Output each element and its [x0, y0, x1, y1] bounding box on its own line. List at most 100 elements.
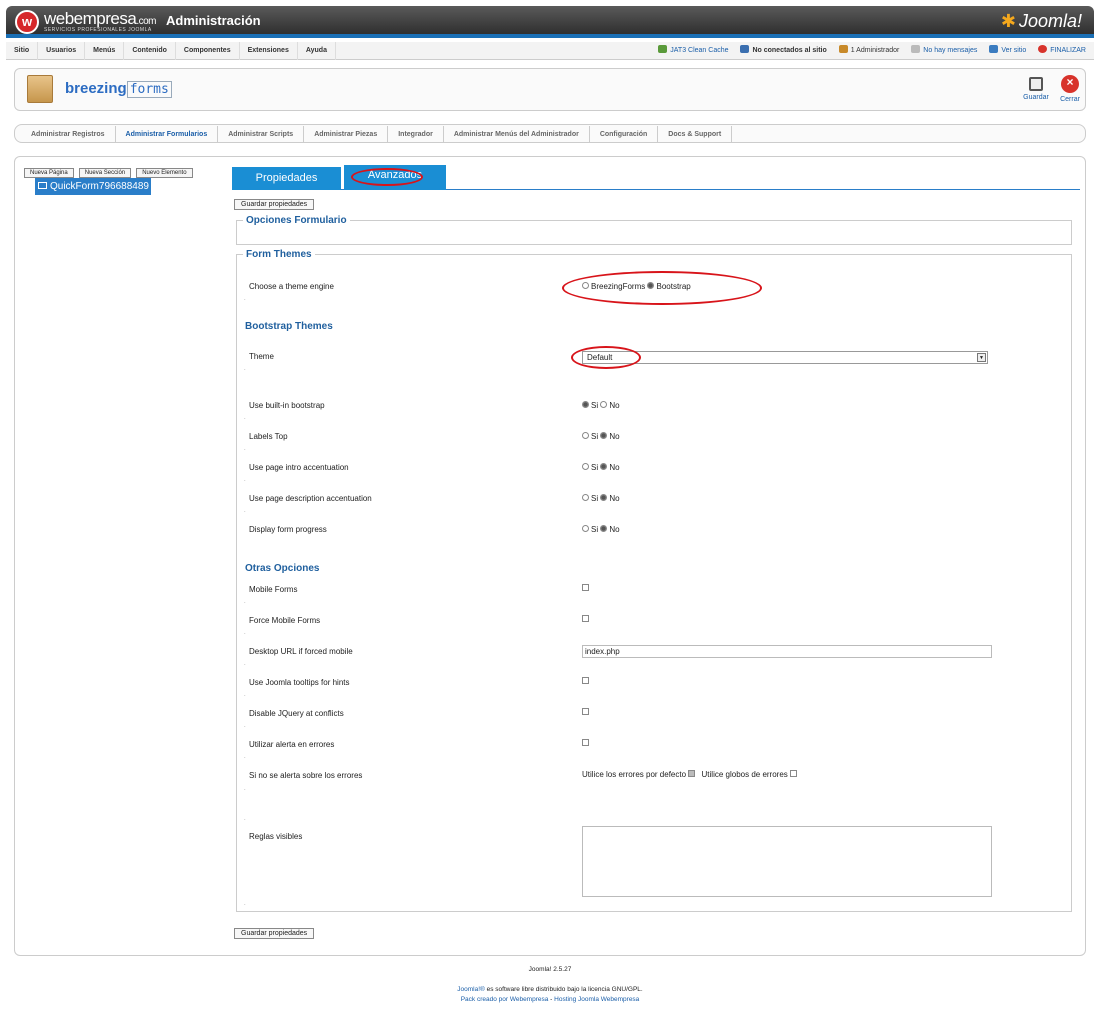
theme-select[interactable]: Default ▼ [582, 351, 988, 364]
jquery-control [582, 708, 589, 717]
component-submenu: Administrar Registros Administrar Formul… [14, 124, 1086, 143]
subnav-docs-support[interactable]: Docs & Support [658, 126, 733, 143]
main-content: Nueva Página Nueva Sección Nuevo Element… [14, 156, 1086, 956]
no-alert-label: Si no se alerta sobre los errores [249, 771, 363, 780]
tab-avanzados[interactable]: Avanzados [344, 165, 446, 190]
admin-header: w webempresa.com SERVICIOS PROFESIONALES… [6, 6, 1094, 38]
builtin-no-radio[interactable] [600, 401, 608, 408]
intro-accent-control: Si No [582, 463, 620, 472]
labels-top-yes-radio[interactable] [582, 432, 589, 439]
progress-yes-radio[interactable] [582, 525, 589, 532]
hosting-link[interactable]: Hosting Joomla Webempresa [554, 996, 639, 1003]
admins-status: 1 Administrador [838, 45, 899, 54]
subnav-administrar-formularios[interactable]: Administrar Formularios [116, 126, 219, 143]
menu-item-componentes[interactable]: Componentes [176, 42, 240, 60]
desc-no-radio[interactable] [600, 494, 608, 501]
theme-engine-control: BreezingForms Bootstrap [582, 282, 691, 291]
menu-item-extensiones[interactable]: Extensiones [240, 42, 298, 60]
brand-name: webempresa.com [44, 9, 156, 28]
messages-link[interactable]: No hay mensajes [911, 45, 977, 54]
menu-item-contenido[interactable]: Contenido [124, 42, 176, 60]
menu-item-ayuda[interactable]: Ayuda [298, 42, 336, 60]
error-mode-control: Utilice los errores por defecto Utilice … [582, 770, 798, 779]
subnav-administrar-scripts[interactable]: Administrar Scripts [218, 126, 305, 143]
new-element-button[interactable]: Nuevo Elemento [136, 168, 193, 178]
new-page-button[interactable]: Nueva Página [24, 168, 74, 178]
labels-top-no-radio[interactable] [600, 432, 608, 439]
mail-icon [911, 45, 921, 53]
pack-link[interactable]: Pack creado por Webempresa [461, 996, 549, 1003]
tooltips-checkbox[interactable] [582, 677, 589, 684]
errors-default-checkbox[interactable] [688, 770, 696, 777]
intro-no-radio[interactable] [600, 463, 608, 470]
tooltips-control [582, 677, 589, 686]
row-dot: . [244, 786, 246, 792]
form-tree-item[interactable]: QuickForm796688489 [35, 178, 151, 195]
row-dot: . [244, 446, 246, 452]
no-label: No [609, 494, 620, 503]
users-icon [740, 45, 750, 53]
jquery-label: Disable JQuery at conflicts [249, 709, 344, 718]
yes-label: Si [591, 494, 599, 503]
row-dot: . [244, 508, 246, 514]
tab-propiedades[interactable]: Propiedades [232, 167, 341, 190]
menu-item-sitio[interactable]: Sitio [6, 42, 39, 60]
component-toolbar: breezing forms Guardar × Cerrar [14, 68, 1086, 111]
engine-bootstrap-radio[interactable] [647, 282, 655, 289]
save-properties-button-bottom[interactable]: Guardar propiedades [234, 928, 315, 939]
otras-opciones-title: Otras Opciones [245, 563, 320, 574]
form-progress-label: Display form progress [249, 525, 327, 534]
footer-version: Joomla! 2.5.27 [528, 966, 572, 973]
view-site-link[interactable]: Ver sitio [989, 45, 1026, 54]
joomla-logo-icon: ✱ [1000, 11, 1016, 31]
close-button[interactable]: × Cerrar [1055, 75, 1085, 103]
mobile-forms-control [582, 584, 589, 593]
engine-bootstrap-label: Bootstrap [656, 282, 691, 291]
errors-global-checkbox[interactable] [790, 770, 798, 777]
mobile-forms-checkbox[interactable] [582, 584, 589, 591]
row-dot: . [244, 366, 246, 372]
new-section-button[interactable]: Nueva Sección [78, 168, 132, 178]
row-dot: . [244, 296, 246, 302]
subnav-administrar-piezas[interactable]: Administrar Piezas [304, 126, 389, 143]
jquery-checkbox[interactable] [582, 708, 589, 715]
power-icon [1038, 45, 1048, 53]
package-icon [27, 75, 53, 103]
save-properties-button-top[interactable]: Guardar propiedades [234, 199, 315, 210]
subnav-configuracion[interactable]: Configuración [590, 126, 659, 143]
yes-label: Si [591, 401, 599, 410]
desc-accent-control: Si No [582, 494, 620, 503]
menu-item-menus[interactable]: Menús [85, 42, 125, 60]
menu-item-usuarios[interactable]: Usuarios [38, 42, 86, 60]
save-button-label: Guardar [1023, 94, 1049, 101]
clean-cache-link[interactable]: JAT3 Clean Cache [658, 45, 729, 54]
intro-yes-radio[interactable] [582, 463, 589, 470]
breezingforms-logo: breezing forms [65, 80, 172, 98]
desc-yes-radio[interactable] [582, 494, 589, 501]
progress-no-radio[interactable] [600, 525, 608, 532]
logout-link[interactable]: FINALIZAR [1038, 45, 1086, 54]
brand-subtitle: SERVICIOS PROFESIONALES JOOMLA [44, 27, 152, 33]
footer-credits: Pack creado por Webempresa - Hosting Joo… [0, 996, 1100, 1003]
no-label: No [609, 525, 620, 534]
force-mobile-control [582, 615, 589, 624]
joomla-link[interactable]: Joomla!® [457, 986, 485, 993]
builtin-yes-radio[interactable] [582, 401, 589, 408]
force-mobile-checkbox[interactable] [582, 615, 589, 622]
footer-license: Joomla!® es software libre distribuido b… [0, 986, 1100, 993]
status-area: JAT3 Clean Cache No conectados al sitio … [648, 42, 1086, 60]
form-tree-label: QuickForm796688489 [50, 181, 149, 192]
engine-breezingforms-radio[interactable] [582, 282, 589, 289]
subnav-administrar-registros[interactable]: Administrar Registros [21, 126, 116, 143]
alert-errors-checkbox[interactable] [582, 739, 589, 746]
save-button[interactable]: Guardar [1021, 77, 1051, 101]
desktop-url-input[interactable]: index.php [582, 645, 992, 658]
subnav-integrador[interactable]: Integrador [388, 126, 444, 143]
cache-icon [658, 45, 668, 53]
subnav-administrar-menus[interactable]: Administrar Menús del Administrador [444, 126, 590, 143]
intro-accent-label: Use page intro accentuation [249, 463, 349, 472]
form-structure-buttons: Nueva Página Nueva Sección Nuevo Element… [24, 165, 195, 178]
visible-rules-textarea[interactable] [582, 826, 992, 897]
alert-errors-label: Utilizar alerta en errores [249, 740, 335, 749]
engine-breezingforms-label: BreezingForms [591, 282, 646, 291]
